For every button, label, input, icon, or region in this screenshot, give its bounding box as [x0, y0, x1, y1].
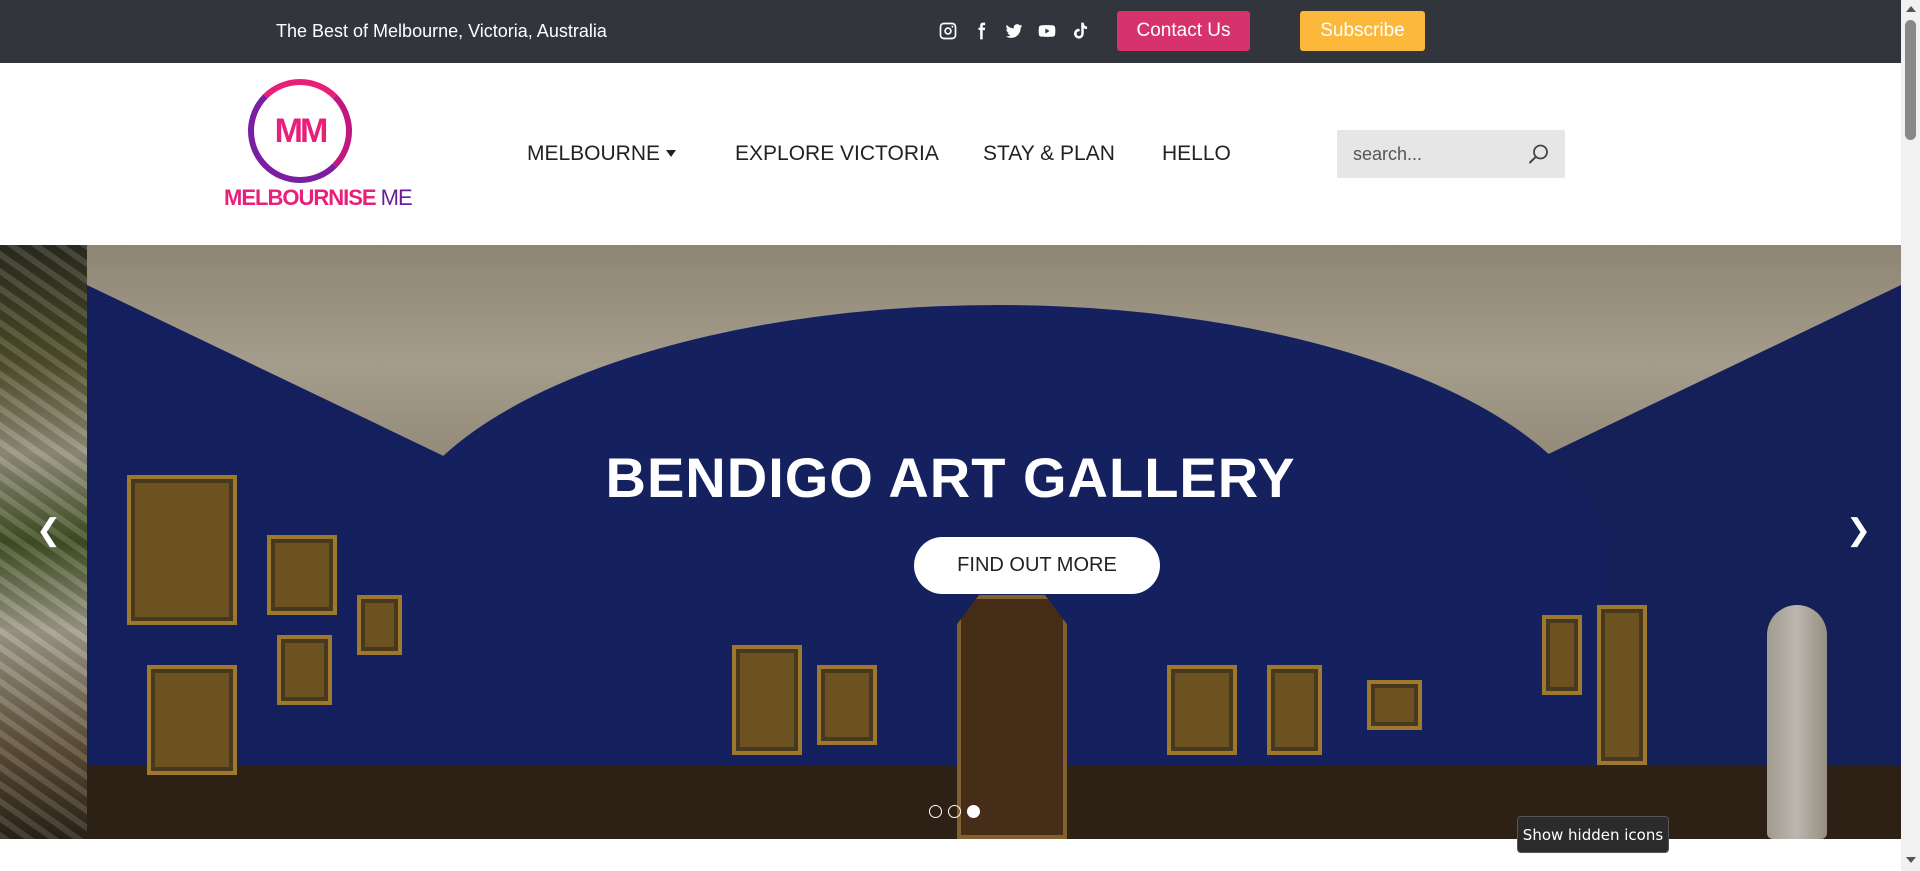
page-scrollbar[interactable] [1901, 0, 1920, 871]
page: The Best of Melbourne, Victoria, Austral… [0, 0, 1920, 871]
scroll-down-arrow-icon[interactable] [1906, 857, 1916, 863]
search-icon[interactable] [1527, 142, 1551, 166]
slider-dot-1[interactable] [929, 805, 942, 818]
hero-title: BENDIGO ART GALLERY [605, 446, 1296, 509]
slider-dots [929, 805, 980, 818]
tiktok-icon[interactable] [1068, 19, 1092, 43]
contact-us-button[interactable]: Contact Us [1117, 11, 1250, 51]
youtube-icon[interactable] [1035, 19, 1059, 43]
site-header: MM MELBOURNISE ME MELBOURNE EXPLORE VICT… [0, 63, 1901, 245]
twitter-icon[interactable] [1002, 19, 1026, 43]
scroll-thumb[interactable] [1905, 20, 1916, 140]
social-links [936, 19, 1092, 43]
logo-emblem: MM [248, 79, 352, 183]
site-logo[interactable]: MM MELBOURNISE ME [224, 79, 413, 211]
hero-slider: BENDIGO ART GALLERY FIND OUT MORE ❮ ❯ [0, 245, 1901, 839]
slider-prev-arrow-icon[interactable]: ❮ [36, 513, 61, 548]
search-input[interactable] [1337, 130, 1517, 178]
nav-item-melbourne[interactable]: MELBOURNE [527, 142, 660, 166]
logo-wordmark-light: ME [375, 185, 413, 210]
facebook-icon[interactable] [969, 19, 993, 43]
slider-dot-2[interactable] [948, 805, 961, 818]
slider-dot-3-active[interactable] [967, 805, 980, 818]
scroll-up-arrow-icon[interactable] [1906, 6, 1916, 12]
top-bar: The Best of Melbourne, Victoria, Austral… [0, 0, 1901, 63]
dropdown-caret-icon[interactable] [666, 150, 676, 157]
logo-mark: MM [274, 111, 329, 150]
slider-next-arrow-icon[interactable]: ❯ [1846, 513, 1871, 548]
search-box [1337, 130, 1565, 178]
logo-wordmark: MELBOURNISE ME [224, 185, 413, 211]
nav-item-stay-plan[interactable]: STAY & PLAN [983, 142, 1115, 166]
subscribe-button[interactable]: Subscribe [1300, 11, 1425, 51]
nav-item-hello[interactable]: HELLO [1162, 142, 1231, 166]
instagram-icon[interactable] [936, 19, 960, 43]
nav-item-explore-victoria[interactable]: EXPLORE VICTORIA [735, 142, 939, 166]
show-hidden-icons-tooltip: Show hidden icons [1517, 816, 1669, 853]
site-tagline: The Best of Melbourne, Victoria, Austral… [276, 21, 607, 41]
logo-wordmark-bold: MELBOURNISE [224, 185, 377, 210]
find-out-more-button[interactable]: FIND OUT MORE [914, 537, 1160, 594]
